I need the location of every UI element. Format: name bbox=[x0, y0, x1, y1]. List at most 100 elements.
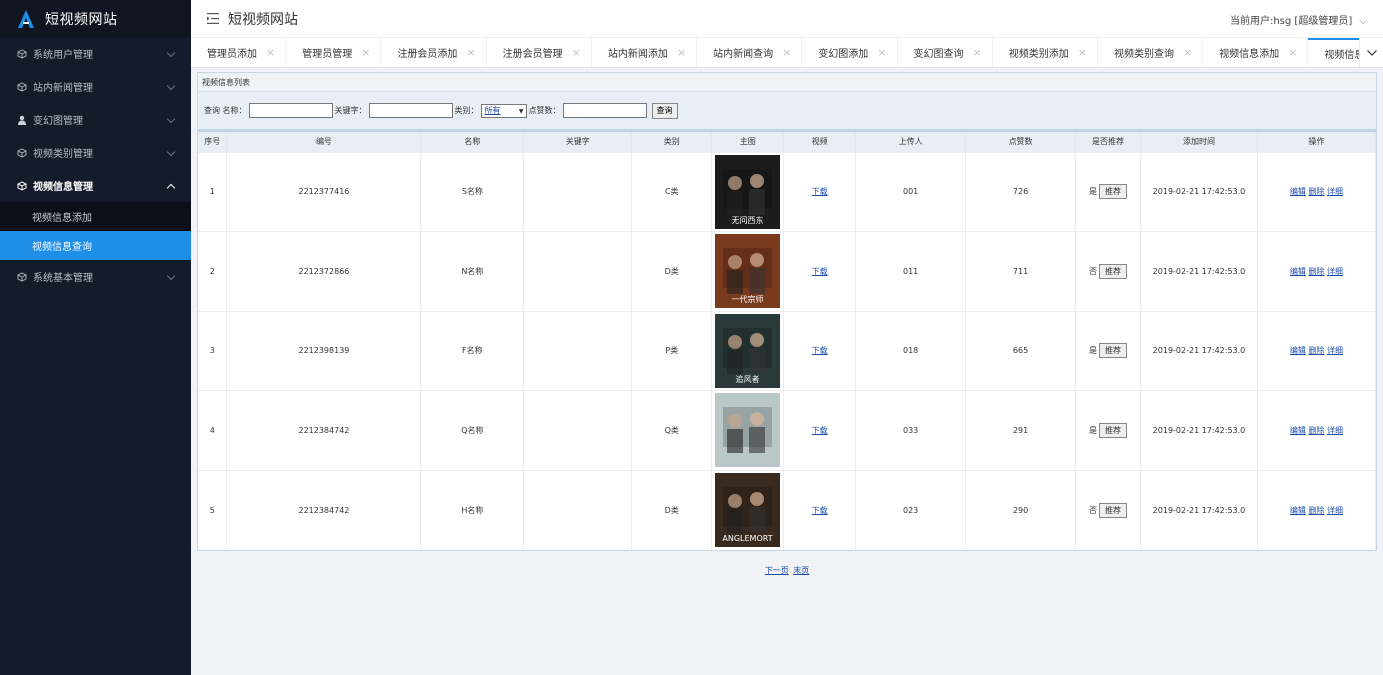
name-input[interactable] bbox=[248, 103, 333, 118]
category-label: 类别： bbox=[454, 106, 479, 115]
chevron-down-icon: ⌵ bbox=[1359, 16, 1367, 27]
sidebar-item-system-users[interactable]: 系统用户管理 bbox=[0, 37, 191, 70]
recommend-button[interactable]: 推荐 bbox=[1099, 422, 1128, 438]
detail-link[interactable]: 详细 bbox=[1327, 267, 1343, 276]
edit-link[interactable]: 编辑 bbox=[1290, 267, 1306, 276]
page-title: 短视频网站 bbox=[228, 11, 298, 28]
uploader-cell: 033 bbox=[902, 425, 919, 435]
delete-link[interactable]: 删除 bbox=[1308, 426, 1324, 435]
tab-item[interactable]: 注册会员管理 × bbox=[487, 38, 592, 67]
detail-link[interactable]: 详细 bbox=[1327, 426, 1343, 435]
column-header: 点赞数 bbox=[965, 132, 1077, 152]
next-page-link[interactable]: 下一页 bbox=[765, 566, 789, 575]
column-header: 编号 bbox=[226, 132, 422, 152]
close-icon[interactable]: × bbox=[361, 46, 370, 59]
name-cell: Q名称 bbox=[461, 425, 484, 435]
sidebar-menu: 系统用户管理 站内新闻管理 变幻图管理 视频类别管理 视频信息管理 视频信息添加… bbox=[0, 37, 191, 293]
code-cell: 2212377416 bbox=[298, 187, 350, 197]
edit-link[interactable]: 编辑 bbox=[1290, 187, 1306, 196]
video-list-panel: 视频信息列表 查询 名称： 关键字： 类别： 所有 点赞数： 查询 序号编号名称… bbox=[197, 72, 1377, 551]
search-bar: 查询 名称： 关键字： 类别： 所有 点赞数： 查询 bbox=[198, 92, 1376, 132]
tab-item[interactable]: 站内新闻添加 × bbox=[592, 38, 698, 67]
last-page-link[interactable]: 末页 bbox=[793, 566, 809, 575]
sidebar-subitem-video-query[interactable]: 视频信息查询 bbox=[0, 231, 191, 260]
added-time-cell: 2019-02-21 17:42:53.0 bbox=[1152, 187, 1246, 197]
detail-link[interactable]: 详细 bbox=[1327, 506, 1343, 515]
detail-link[interactable]: 详细 bbox=[1327, 187, 1343, 196]
poster-thumbnail[interactable]: 追风者 bbox=[715, 313, 781, 388]
tab-item[interactable]: 管理员管理 × bbox=[286, 38, 382, 67]
column-header: 视频 bbox=[783, 132, 857, 152]
poster-title: 追风者 bbox=[736, 374, 760, 384]
close-icon[interactable]: × bbox=[466, 46, 475, 59]
poster-thumbnail[interactable] bbox=[715, 393, 781, 468]
recommend-button[interactable]: 推荐 bbox=[1099, 184, 1128, 200]
video-download-link[interactable]: 下载 bbox=[812, 187, 828, 196]
tab-label: 视频类别查询 bbox=[1113, 49, 1174, 60]
close-icon[interactable]: × bbox=[782, 46, 791, 59]
category-select[interactable]: 所有 bbox=[480, 103, 527, 118]
cube-icon bbox=[16, 81, 28, 93]
added-time-cell: 2019-02-21 17:42:53.0 bbox=[1152, 346, 1246, 356]
recommend-button[interactable]: 推荐 bbox=[1099, 502, 1128, 518]
close-icon[interactable]: × bbox=[1078, 46, 1087, 59]
close-icon[interactable]: × bbox=[1288, 46, 1297, 59]
tab-item[interactable]: 变幻图添加 × bbox=[802, 38, 898, 67]
sidebar-item-video-category[interactable]: 视频类别管理 bbox=[0, 136, 191, 169]
tab-item[interactable]: 视频类别查询 × bbox=[1098, 38, 1204, 67]
tab-label: 站内新闻添加 bbox=[607, 49, 668, 60]
menu-toggle-icon[interactable] bbox=[207, 13, 219, 24]
close-icon[interactable]: × bbox=[877, 46, 886, 59]
recommend-button[interactable]: 推荐 bbox=[1099, 343, 1128, 359]
column-header: 主图 bbox=[711, 132, 785, 152]
edit-link[interactable]: 编辑 bbox=[1290, 506, 1306, 515]
tab-item[interactable]: 站内新闻查询 × bbox=[697, 38, 803, 67]
name-cell: N名称 bbox=[461, 266, 484, 276]
tab-item[interactable]: 变幻图查询 × bbox=[898, 38, 993, 67]
sidebar: 短视频网站 系统用户管理 站内新闻管理 变幻图管理 视频类别管理 视频信息管理 bbox=[0, 0, 191, 675]
delete-link[interactable]: 删除 bbox=[1308, 267, 1324, 276]
video-download-link[interactable]: 下载 bbox=[812, 346, 828, 355]
edit-link[interactable]: 编辑 bbox=[1290, 426, 1306, 435]
delete-link[interactable]: 删除 bbox=[1308, 346, 1324, 355]
close-icon[interactable]: × bbox=[572, 46, 581, 59]
poster-thumbnail[interactable]: ANGLEMORT bbox=[715, 473, 781, 547]
close-icon[interactable]: × bbox=[266, 46, 275, 59]
detail-link[interactable]: 详细 bbox=[1327, 346, 1343, 355]
poster-thumbnail[interactable]: 一代宗师 bbox=[715, 234, 781, 309]
category-cell: C类 bbox=[664, 187, 679, 197]
keyword-input[interactable] bbox=[368, 103, 453, 118]
video-download-link[interactable]: 下载 bbox=[812, 506, 828, 515]
tab-item[interactable]: 管理员添加 × bbox=[191, 38, 287, 67]
current-user-menu[interactable]: 当前用户:hsg [超级管理员] ⌵ bbox=[1230, 12, 1367, 27]
video-download-link[interactable]: 下载 bbox=[812, 426, 828, 435]
sidebar-item-carousel[interactable]: 变幻图管理 bbox=[0, 103, 191, 136]
video-download-link[interactable]: 下载 bbox=[812, 267, 828, 276]
close-icon[interactable]: × bbox=[1183, 46, 1192, 59]
tab-item[interactable]: 视频信息添加 × bbox=[1203, 38, 1309, 67]
sidebar-item-news[interactable]: 站内新闻管理 bbox=[0, 70, 191, 103]
delete-link[interactable]: 删除 bbox=[1308, 187, 1324, 196]
delete-link[interactable]: 删除 bbox=[1308, 506, 1324, 515]
edit-link[interactable]: 编辑 bbox=[1290, 346, 1306, 355]
tab-item[interactable]: 注册会员添加 × bbox=[381, 38, 487, 67]
sidebar-item-label: 视频信息管理 bbox=[33, 182, 93, 193]
category-cell: D类 bbox=[664, 505, 679, 515]
close-icon[interactable]: × bbox=[973, 46, 982, 59]
tab-more-chevron-icon[interactable] bbox=[1359, 38, 1383, 67]
recommended-value: 是 bbox=[1089, 425, 1098, 435]
tab-item[interactable]: 视频类别添加 × bbox=[993, 38, 1098, 67]
logo[interactable]: 短视频网站 bbox=[0, 0, 191, 37]
name-cell: F名称 bbox=[462, 346, 483, 356]
search-button[interactable]: 查询 bbox=[651, 102, 678, 119]
sidebar-subitem-video-add[interactable]: 视频信息添加 bbox=[0, 202, 191, 231]
close-icon[interactable]: × bbox=[677, 46, 686, 59]
sidebar-item-label: 系统基本管理 bbox=[33, 273, 93, 284]
chevron-down-icon bbox=[166, 271, 176, 281]
sidebar-item-video-info[interactable]: 视频信息管理 bbox=[0, 169, 191, 202]
poster-thumbnail[interactable]: 无问西东 bbox=[715, 154, 781, 229]
likes-input[interactable] bbox=[562, 103, 647, 118]
cube-icon bbox=[16, 271, 28, 283]
recommend-button[interactable]: 推荐 bbox=[1099, 263, 1128, 279]
sidebar-item-system-basic[interactable]: 系统基本管理 bbox=[0, 260, 191, 293]
